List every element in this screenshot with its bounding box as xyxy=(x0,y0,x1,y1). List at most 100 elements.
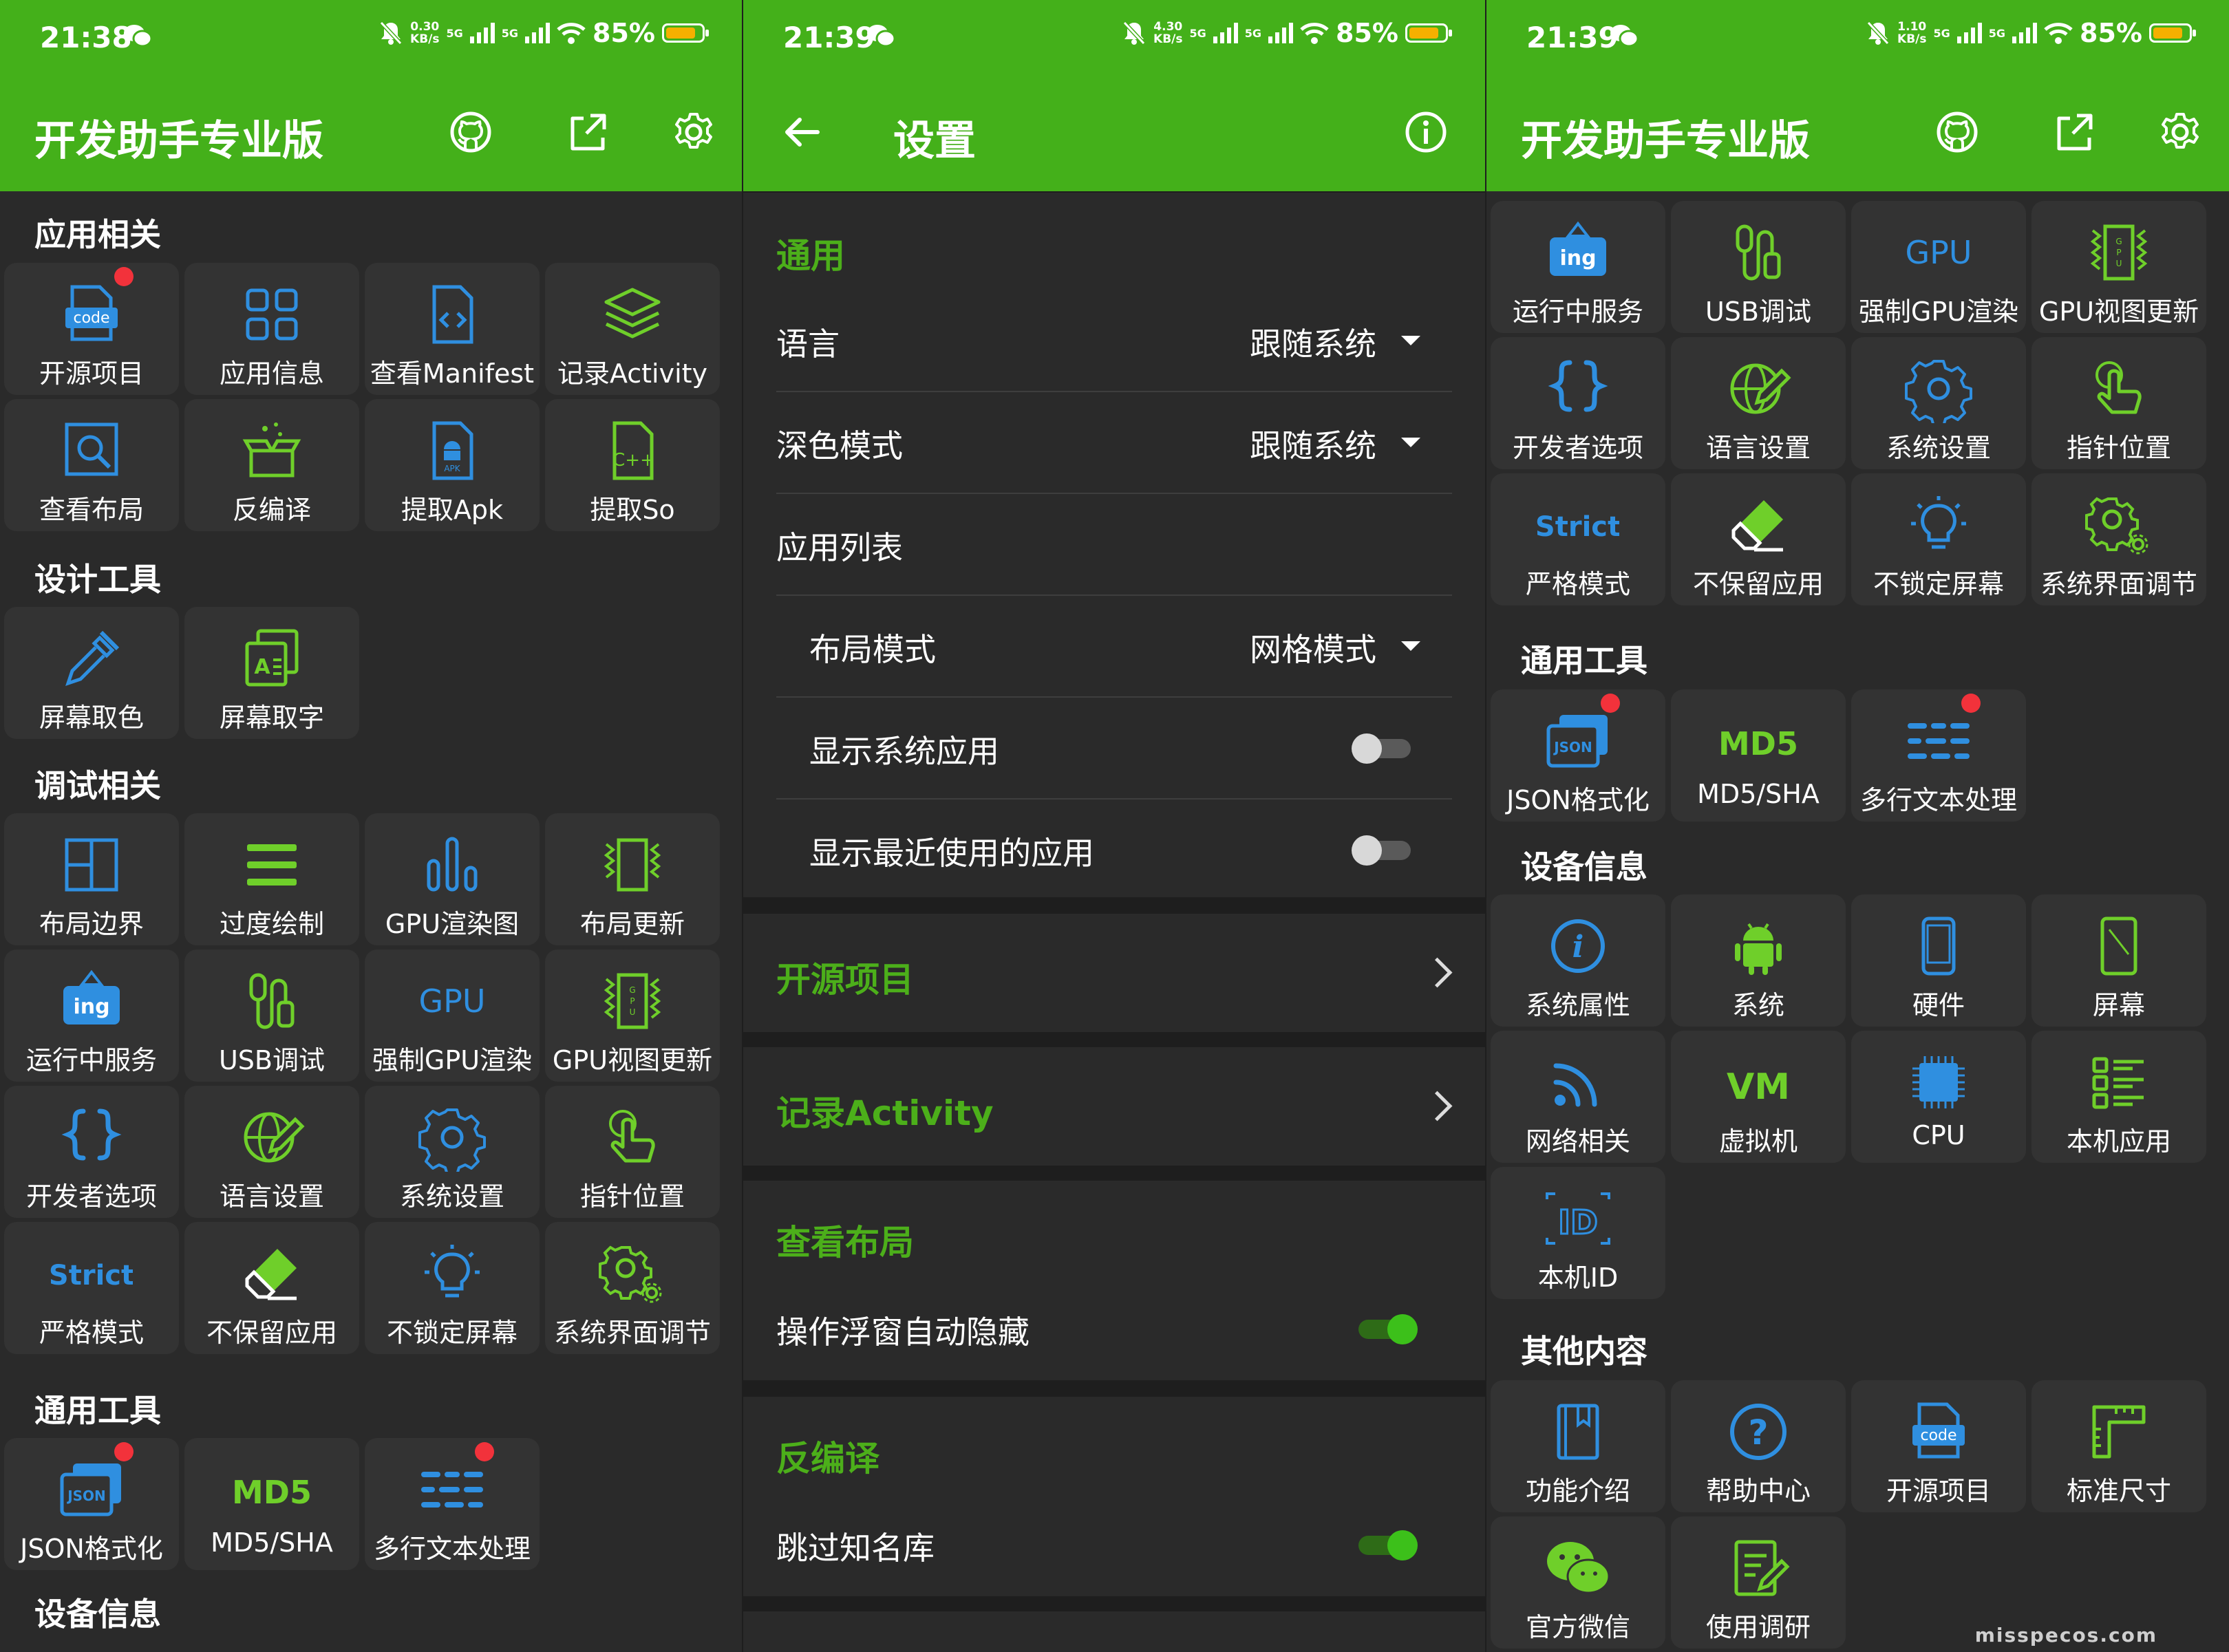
tool-tile[interactable]: 标准尺寸 xyxy=(2031,1380,2206,1512)
tool-tile[interactable]: 记录Activity xyxy=(545,263,720,395)
tool-tile[interactable]: JSON JSON格式化 xyxy=(1491,689,1665,822)
tool-tile[interactable]: 布局边界 xyxy=(4,813,179,945)
new-badge xyxy=(475,1442,494,1461)
gear-icon[interactable] xyxy=(672,110,716,154)
tool-tile[interactable]: 指针位置 xyxy=(545,1086,720,1218)
tool-tile[interactable]: 语言设置 xyxy=(1671,337,1846,469)
tool-tile[interactable]: 使用调研 xyxy=(1671,1516,1846,1649)
share-icon[interactable] xyxy=(566,110,610,154)
tool-tile[interactable]: 屏幕 xyxy=(2031,894,2206,1027)
tool-tile[interactable]: 布局更新 xyxy=(545,813,720,945)
tool-tile[interactable]: CPU xyxy=(1851,1031,2026,1163)
tool-tile[interactable]: 开发者选项 xyxy=(1491,337,1665,469)
tool-tile[interactable]: JSON JSON格式化 xyxy=(4,1438,179,1570)
network-type-1: 5G xyxy=(1933,26,1950,40)
tool-tile[interactable]: A 屏幕取字 xyxy=(184,607,359,739)
toggle-switch[interactable] xyxy=(1352,1314,1418,1344)
settings-nav-open-source[interactable]: 开源项目 xyxy=(743,914,1485,1032)
tool-tile-label: 查看Manifest xyxy=(370,358,535,389)
tool-tile[interactable]: G P U GPU视图更新 xyxy=(2031,201,2206,333)
tool-tile[interactable]: APK 提取Apk xyxy=(365,399,540,531)
tool-tile[interactable]: 多行文本处理 xyxy=(365,1438,540,1570)
settings-nav-record-activity[interactable]: 记录Activity xyxy=(743,1047,1485,1166)
tool-tile-label: 帮助中心 xyxy=(1705,1476,1811,1506)
tool-tile[interactable]: 硬件 xyxy=(1851,894,2026,1027)
tool-tile[interactable]: 系统界面调节 xyxy=(2031,473,2206,605)
tool-tile[interactable]: MD5 MD5/SHA xyxy=(184,1438,359,1570)
watermark: misspecos.com xyxy=(1974,1624,2157,1646)
tool-tile[interactable]: Strict 严格模式 xyxy=(1491,473,1665,605)
setting-show-system-apps[interactable]: 显示系统应用 xyxy=(776,698,1452,800)
tool-tile[interactable]: GPU 强制GPU渲染 xyxy=(1851,201,2026,333)
strict-text-icon: Strict xyxy=(4,1236,179,1311)
id-icon: ID xyxy=(1491,1181,1665,1256)
svg-text:P: P xyxy=(2116,248,2121,257)
tool-tile[interactable]: ID 本机ID xyxy=(1491,1167,1665,1299)
tool-tile[interactable]: GPU 强制GPU渲染 xyxy=(365,950,540,1082)
tool-tile[interactable]: C++ 提取So xyxy=(545,399,720,531)
network-type-1: 5G xyxy=(446,26,463,40)
tool-tile[interactable]: G P U GPU视图更新 xyxy=(545,950,720,1082)
tool-tile[interactable]: 不锁定屏幕 xyxy=(1851,473,2026,605)
info-icon[interactable] xyxy=(1404,110,1448,154)
tool-tile[interactable]: 功能介绍 xyxy=(1491,1380,1665,1512)
tool-tile[interactable]: code 开源项目 xyxy=(1851,1380,2026,1512)
phone-icon xyxy=(1851,908,2026,984)
tool-tile[interactable]: 不锁定屏幕 xyxy=(365,1222,540,1354)
section-header: 调试相关 xyxy=(34,767,161,804)
eraser-icon xyxy=(184,1236,359,1311)
setting-layout-mode[interactable]: 布局模式 网格模式 xyxy=(776,596,1452,698)
battery-icon xyxy=(1405,23,1452,43)
tool-tile[interactable]: 开发者选项 xyxy=(4,1086,179,1218)
tool-tile[interactable]: 多行文本处理 xyxy=(1851,689,2026,822)
tool-tile[interactable]: 不保留应用 xyxy=(184,1222,359,1354)
setting-auto-hide-float[interactable]: 操作浮窗自动隐藏 xyxy=(776,1278,1452,1379)
tool-tile[interactable]: 系统设置 xyxy=(365,1086,540,1218)
github-icon[interactable] xyxy=(449,110,493,154)
tool-tile[interactable]: Strict 严格模式 xyxy=(4,1222,179,1354)
tool-tile[interactable]: code 开源项目 xyxy=(4,263,179,395)
tool-tile[interactable]: 官方微信 xyxy=(1491,1516,1665,1649)
tool-tile[interactable]: 本机应用 xyxy=(2031,1031,2206,1163)
tool-tile[interactable]: VM 虚拟机 xyxy=(1671,1031,1846,1163)
tool-tile-label: 不锁定屏幕 xyxy=(386,1318,518,1348)
tool-tile[interactable]: 指针位置 xyxy=(2031,337,2206,469)
layout-bounds-icon xyxy=(4,827,179,903)
github-icon[interactable] xyxy=(1935,110,1979,154)
tool-tile[interactable]: 网络相关 xyxy=(1491,1031,1665,1163)
setting-dark-mode[interactable]: 深色模式 跟随系统 xyxy=(776,392,1452,494)
tool-tile[interactable]: 屏幕取色 xyxy=(4,607,179,739)
status-bar-right: 1.10 KB/s 5G 5G 85% xyxy=(1866,18,2196,48)
tool-tile[interactable]: GPU渲染图 xyxy=(365,813,540,945)
wechat-notification-icon xyxy=(1610,25,1639,47)
tool-tile[interactable]: 不保留应用 xyxy=(1671,473,1846,605)
dropdown-arrow-icon xyxy=(1401,438,1420,447)
back-arrow-icon[interactable] xyxy=(780,110,824,154)
tool-tile[interactable]: USB调试 xyxy=(1671,201,1846,333)
tool-tile[interactable]: 反编译 xyxy=(184,399,359,531)
dropdown-arrow-icon xyxy=(1401,641,1420,651)
tool-tile[interactable]: ing 运行中服务 xyxy=(1491,201,1665,333)
toggle-switch[interactable] xyxy=(1352,733,1418,764)
setting-language[interactable]: 语言 跟随系统 xyxy=(776,290,1452,392)
tool-tile[interactable]: 过度绘制 xyxy=(184,813,359,945)
tool-tile[interactable]: 系统 xyxy=(1671,894,1846,1027)
tool-tile[interactable]: 语言设置 xyxy=(184,1086,359,1218)
toggle-switch[interactable] xyxy=(1352,1530,1418,1560)
tool-tile[interactable]: MD5 MD5/SHA xyxy=(1671,689,1846,822)
tool-tile[interactable]: 应用信息 xyxy=(184,263,359,395)
tool-tile[interactable]: USB调试 xyxy=(184,950,359,1082)
setting-skip-known-libs[interactable]: 跳过知名库 xyxy=(776,1494,1452,1595)
gear-icon[interactable] xyxy=(2158,110,2202,154)
tool-tile[interactable]: ? 帮助中心 xyxy=(1671,1380,1846,1512)
setting-show-recent-apps[interactable]: 显示最近使用的应用 xyxy=(776,800,1452,900)
tool-tile[interactable]: 查看布局 xyxy=(4,399,179,531)
tool-tile[interactable]: ing 运行中服务 xyxy=(4,950,179,1082)
tool-tile[interactable]: i 系统属性 xyxy=(1491,894,1665,1027)
toggle-switch[interactable] xyxy=(1352,835,1418,866)
tool-tile-label: 多行文本处理 xyxy=(1859,785,2017,815)
tool-tile[interactable]: 系统界面调节 xyxy=(545,1222,720,1354)
tool-tile[interactable]: 查看Manifest xyxy=(365,263,540,395)
share-icon[interactable] xyxy=(2052,110,2096,154)
tool-tile[interactable]: 系统设置 xyxy=(1851,337,2026,469)
